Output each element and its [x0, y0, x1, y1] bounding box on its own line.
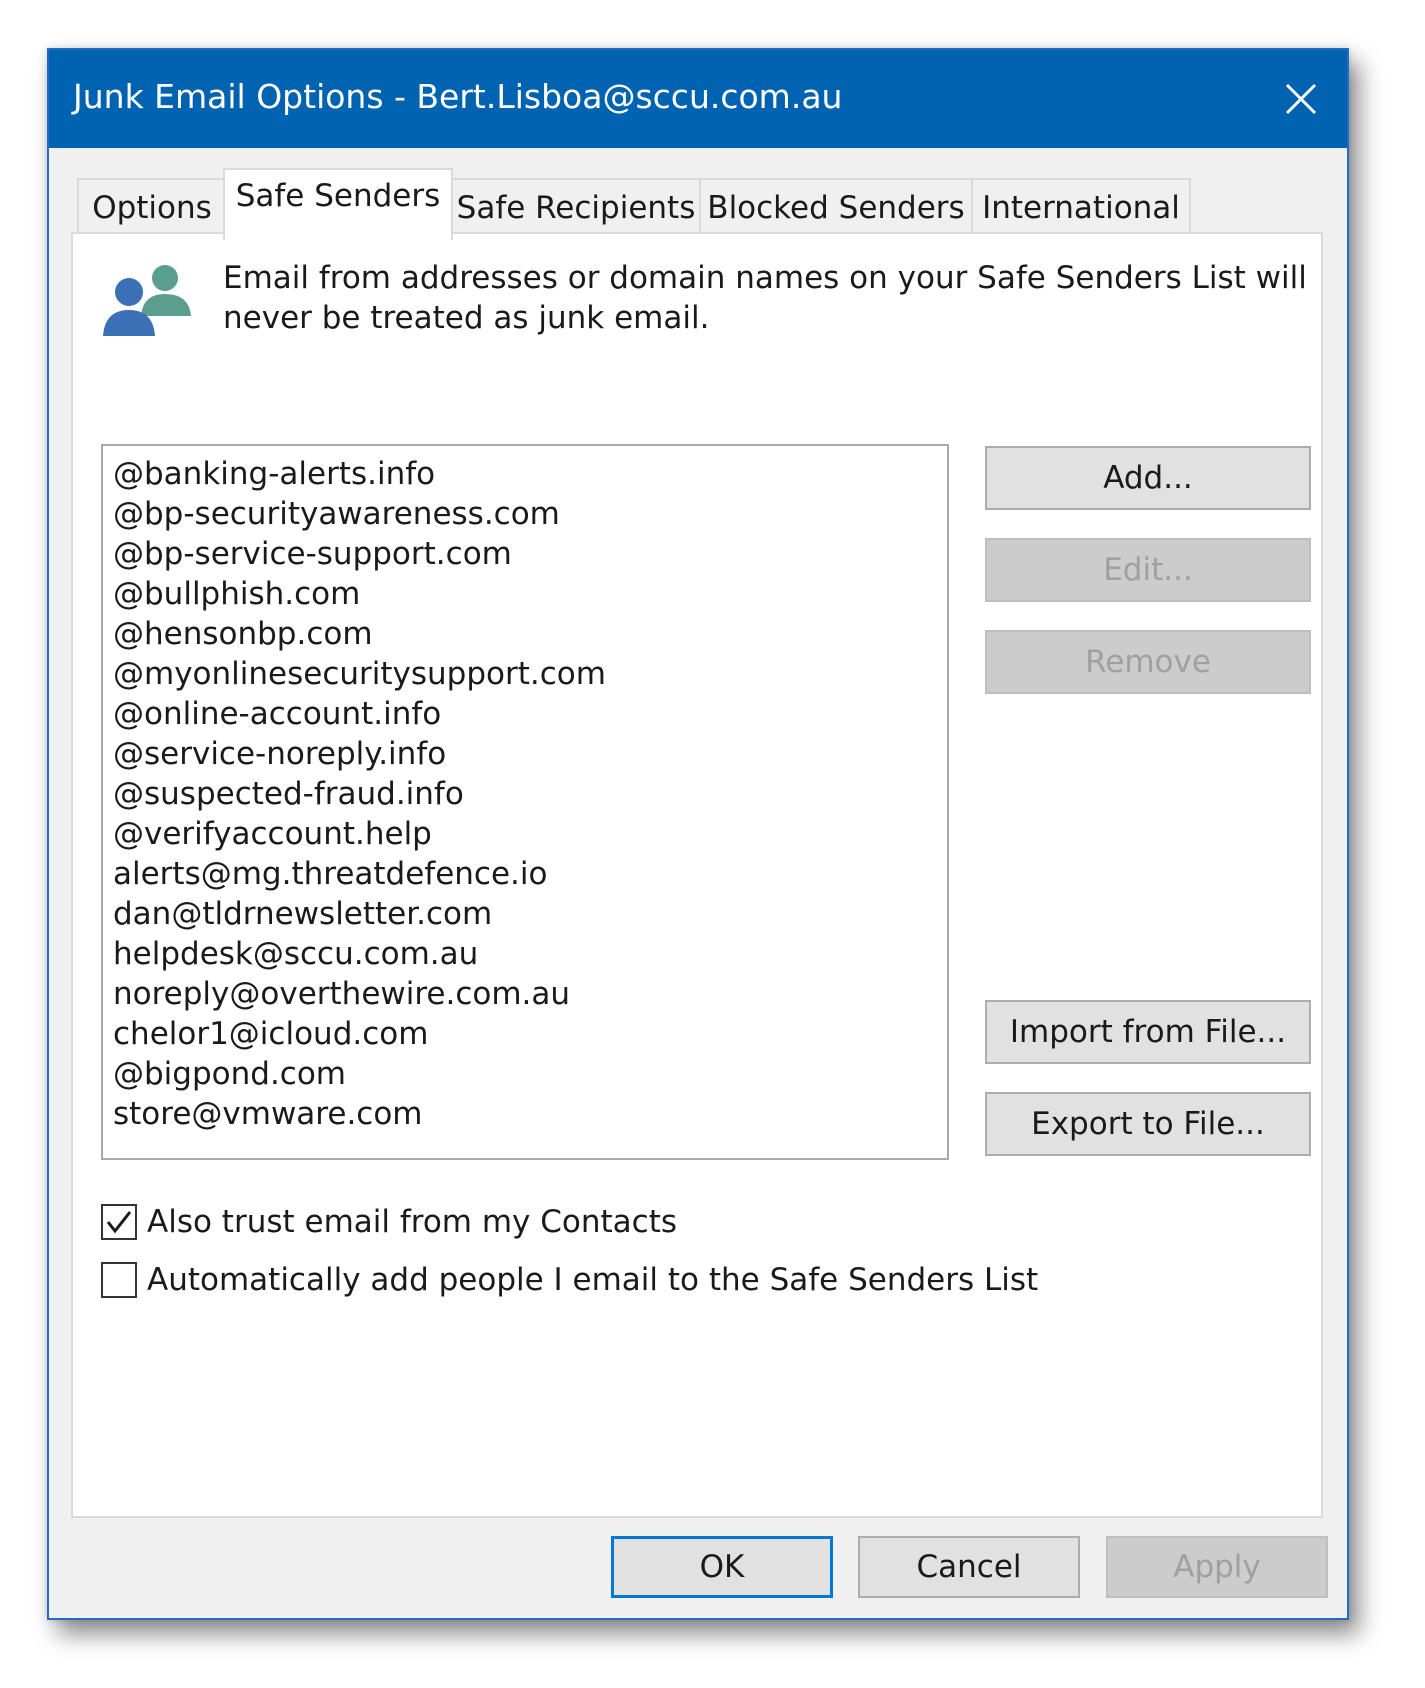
safe-sender-item[interactable]: dan@tldrnewsletter.com [113, 894, 947, 934]
export-to-file-button[interactable]: Export to File... [985, 1092, 1311, 1156]
tab-blocked-senders[interactable]: Blocked Senders [699, 178, 973, 236]
safe-sender-item[interactable]: store@vmware.com [113, 1094, 947, 1134]
safe-senders-list[interactable]: @banking-alerts.info @bp-securityawarenes… [101, 444, 949, 1160]
import-from-file-button[interactable]: Import from File... [985, 1000, 1311, 1064]
add-button[interactable]: Add... [985, 446, 1311, 510]
safe-sender-item[interactable]: @online-account.info [113, 694, 947, 734]
auto-add-checkbox[interactable] [101, 1262, 137, 1298]
safe-sender-item[interactable]: @bullphish.com [113, 574, 947, 614]
safe-sender-item[interactable]: @myonlinesecuritysupport.com [113, 654, 947, 694]
safe-sender-item[interactable]: @verifyaccount.help [113, 814, 947, 854]
safe-sender-item[interactable]: @suspected-fraud.info [113, 774, 947, 814]
tab-safe-recipients[interactable]: Safe Recipients [451, 178, 701, 236]
safe-senders-description: Email from addresses or domain names on … [223, 260, 1307, 336]
ok-button[interactable]: OK [611, 1536, 833, 1598]
window-title: Junk Email Options - Bert.Lisboa@sccu.co… [73, 77, 843, 116]
safe-sender-item[interactable]: noreply@overthewire.com.au [113, 974, 947, 1014]
close-button[interactable] [1255, 50, 1347, 148]
auto-add-option[interactable]: Automatically add people I email to the … [101, 1262, 1038, 1298]
junk-email-options-dialog: Junk Email Options - Bert.Lisboa@sccu.co… [47, 48, 1349, 1620]
close-icon [1285, 83, 1317, 115]
auto-add-label: Automatically add people I email to the … [147, 1262, 1039, 1298]
trust-contacts-label: Also trust email from my Contacts [147, 1204, 677, 1240]
safe-sender-item[interactable]: @service-noreply.info [113, 734, 947, 774]
safe-sender-item[interactable]: @banking-alerts.info [113, 454, 947, 494]
safe-sender-item[interactable]: @bp-service-support.com [113, 534, 947, 574]
title-bar[interactable]: Junk Email Options - Bert.Lisboa@sccu.co… [49, 50, 1347, 148]
safe-sender-item[interactable]: alerts@mg.threatdefence.io [113, 854, 947, 894]
edit-button[interactable]: Edit... [985, 538, 1311, 602]
safe-senders-panel: Email from addresses or domain names on … [71, 232, 1323, 1518]
safe-sender-item[interactable]: @hensonbp.com [113, 614, 947, 654]
tab-safe-senders[interactable]: Safe Senders [223, 168, 453, 240]
safe-sender-item[interactable]: helpdesk@sccu.com.au [113, 934, 947, 974]
safe-sender-item[interactable]: @bigpond.com [113, 1054, 947, 1094]
users-icon [103, 265, 191, 336]
apply-button[interactable]: Apply [1106, 1536, 1328, 1598]
trust-contacts-option[interactable]: Also trust email from my Contacts [101, 1204, 677, 1240]
checkmark-icon [106, 1211, 132, 1234]
remove-button[interactable]: Remove [985, 630, 1311, 694]
cancel-button[interactable]: Cancel [858, 1536, 1080, 1598]
tab-options[interactable]: Options [77, 178, 227, 236]
safe-sender-item[interactable]: chelor1@icloud.com [113, 1014, 947, 1054]
safe-sender-item[interactable]: @bp-securityawareness.com [113, 494, 947, 534]
trust-contacts-checkbox[interactable] [101, 1204, 137, 1240]
tab-international[interactable]: International [971, 178, 1191, 236]
